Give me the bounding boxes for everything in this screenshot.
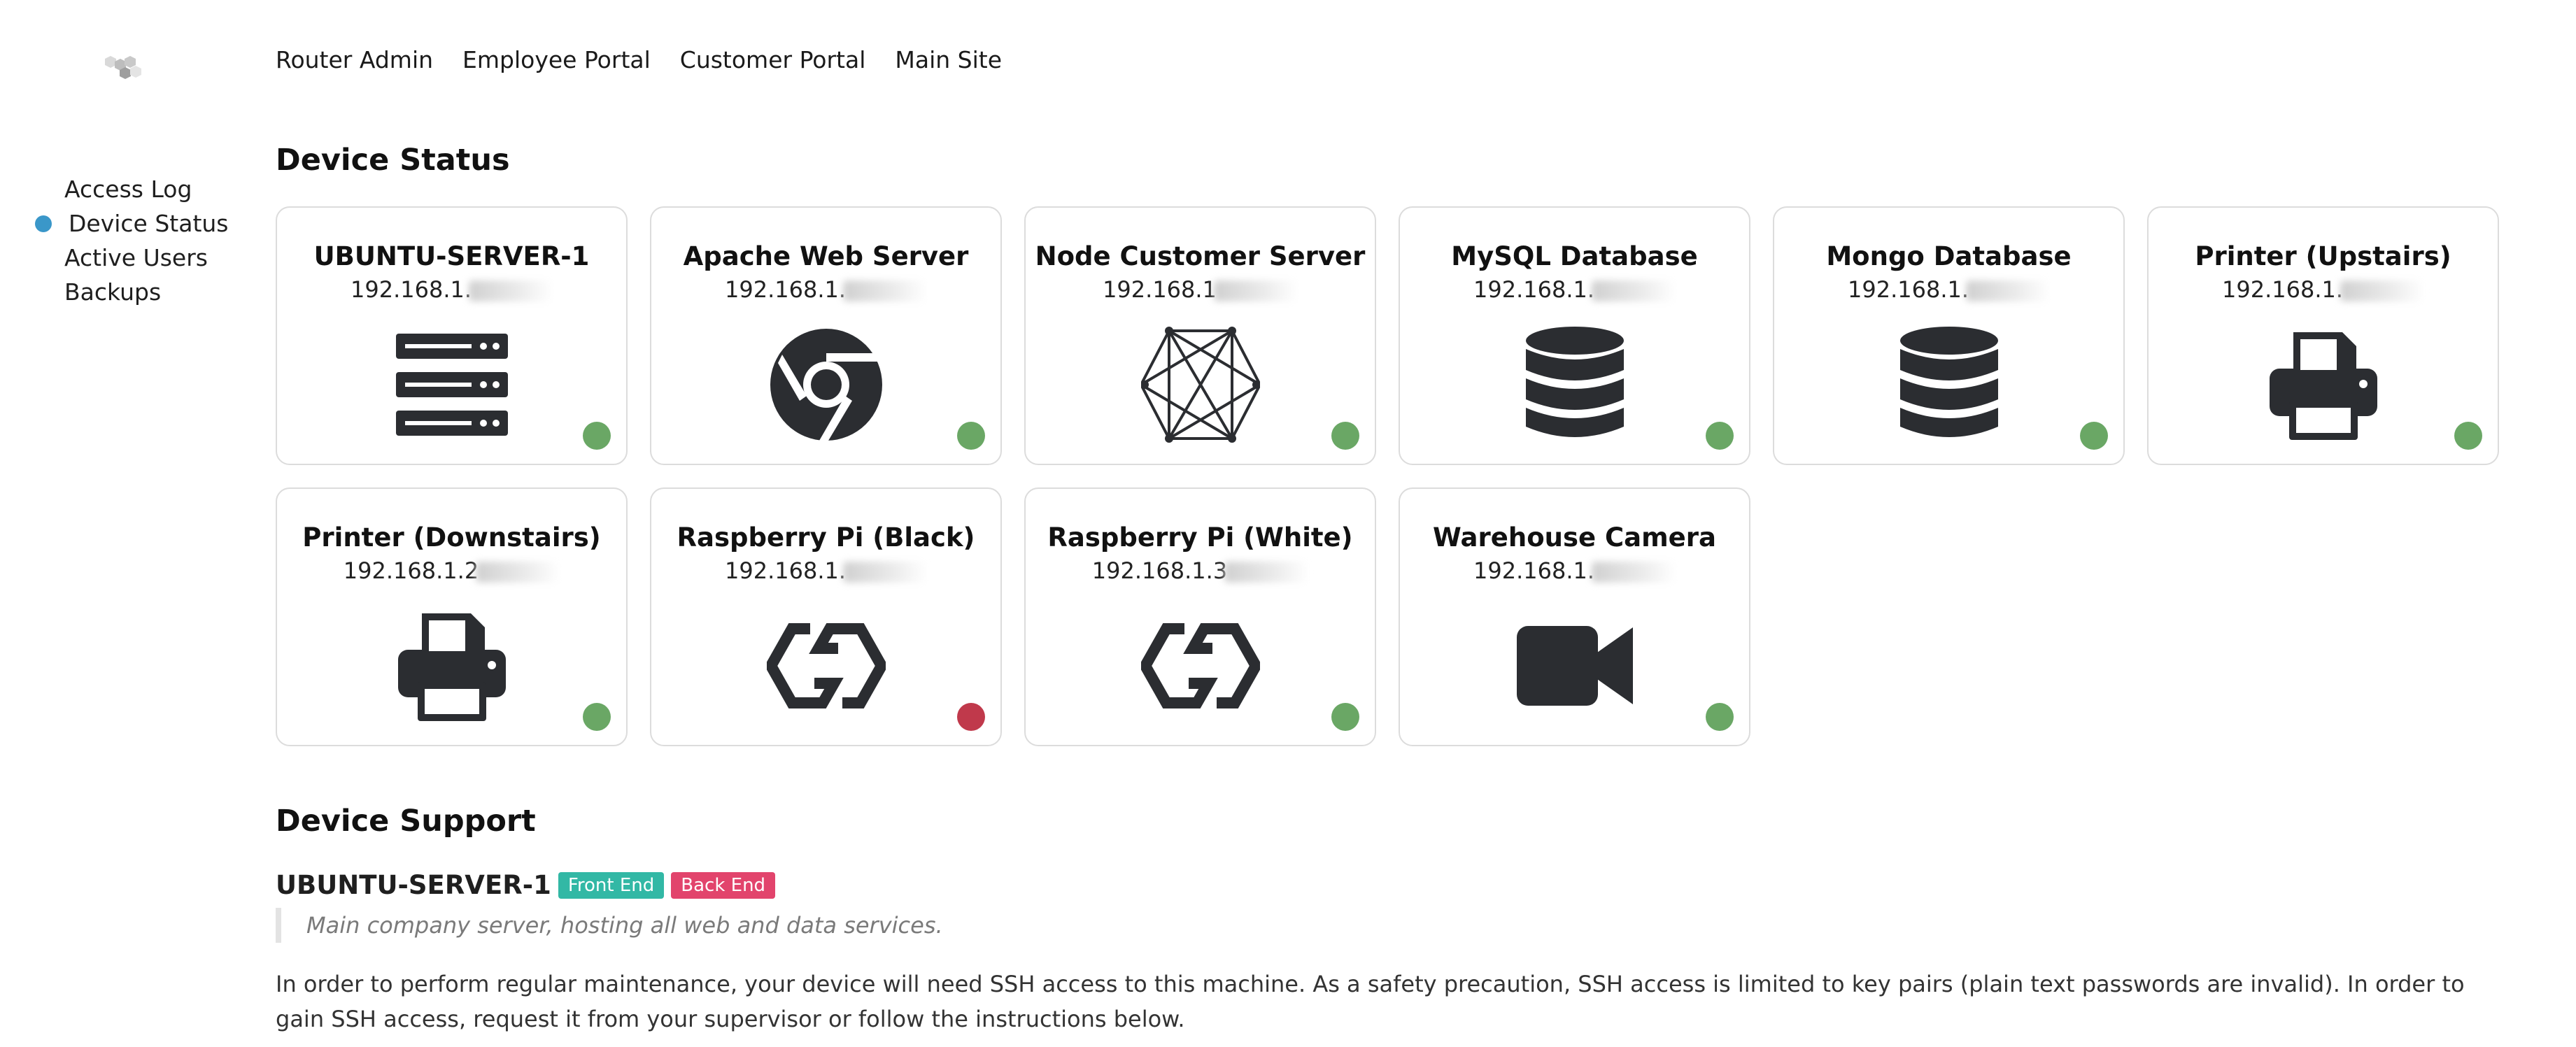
device-card[interactable]: Warehouse Camera 192.168.1. [1399,487,1750,746]
device-name: Node Customer Server [1035,241,1366,271]
chrome-icon [770,329,882,441]
device-card[interactable]: Raspberry Pi (White) 192.168.1.3 [1024,487,1376,746]
status-indicator-online [2080,422,2108,450]
device-support-heading: Device Support [276,804,536,839]
device-card[interactable]: Printer (Upstairs) 192.168.1. [2147,206,2499,465]
hexagon-cluster-logo[interactable] [98,55,151,90]
sidebar-item-label: Device Status [69,210,229,237]
sidebar-item-device-status[interactable]: Device Status [35,206,229,241]
status-indicator-online [583,703,611,731]
printer-icon [2269,332,2377,440]
sidebar-item-label: Active Users [64,244,208,271]
status-indicator-online [1706,422,1734,450]
device-ip: 192.168.1. [277,276,626,303]
device-ip: 192.168.1.3 [1026,557,1375,584]
device-card[interactable]: Node Customer Server 192.168.1 [1024,206,1376,465]
back-end-badge: Back End [671,871,776,899]
device-card[interactable]: Raspberry Pi (Black) 192.168.1. [650,487,1002,746]
device-card[interactable]: Mongo Database 192.168.1. [1773,206,2125,465]
device-ip: 192.168.1. [651,276,1000,303]
sidebar-item-backups[interactable]: Backups [35,275,229,309]
device-name: Printer (Upstairs) [2195,241,2451,271]
sidebar-item-label: Access Log [64,176,192,203]
device-status-heading: Device Status [276,143,510,178]
device-ip: 192.168.1. [1400,276,1749,303]
device-card[interactable]: Apache Web Server 192.168.1. [650,206,1002,465]
nav-customer-portal[interactable]: Customer Portal [680,46,866,73]
device-ip: 192.168.1 [1026,276,1375,303]
device-card[interactable]: Printer (Downstairs) 192.168.1.2 [276,487,628,746]
ssh-instructions-paragraph: In order to perform regular maintenance,… [276,971,2465,1032]
device-ip: 192.168.1. [1400,557,1749,584]
status-indicator-online [2454,422,2482,450]
server-icon [395,334,508,436]
status-indicator-online [1706,703,1734,731]
nav-main-site[interactable]: Main Site [895,46,1002,73]
printer-icon [397,613,506,721]
status-indicator-online [1331,422,1359,450]
device-card[interactable]: UBUNTU-SERVER-1 192.168.1. [276,206,628,465]
status-indicator-online [583,422,611,450]
support-device-title: UBUNTU-SERVER-1 Front End Back End [276,870,776,900]
device-name: Warehouse Camera [1433,522,1716,553]
top-navigation: Router Admin Employee Portal Customer Po… [276,46,1002,73]
support-device-name: UBUNTU-SERVER-1 [276,870,551,900]
link-icon [1140,623,1260,708]
device-name: Raspberry Pi (Black) [677,522,975,553]
status-indicator-online [957,422,985,450]
hexagon-network-icon [1140,327,1260,443]
device-name: Raspberry Pi (White) [1047,522,1353,553]
device-description: Main company server, hosting all web and… [276,908,943,943]
video-camera-icon [1516,626,1633,706]
device-name: Apache Web Server [683,241,969,271]
sidebar-item-active-users[interactable]: Active Users [35,241,229,275]
device-ip: 192.168.1. [2149,276,2498,303]
active-indicator-icon [35,215,52,232]
nav-router-admin[interactable]: Router Admin [276,46,433,73]
status-indicator-online [1331,703,1359,731]
device-ip: 192.168.1. [651,557,1000,584]
sidebar-item-access-log[interactable]: Access Log [35,172,229,206]
status-indicator-offline [957,703,985,731]
sidebar-item-label: Backups [64,278,162,306]
sidebar: Access Log Device Status Active Users Ba… [35,172,229,309]
device-name: UBUNTU-SERVER-1 [313,241,590,271]
database-icon [1525,327,1624,437]
device-card[interactable]: MySQL Database 192.168.1. [1399,206,1750,465]
nav-employee-portal[interactable]: Employee Portal [462,46,651,73]
device-ip: 192.168.1. [1774,276,2123,303]
database-icon [1899,327,1998,437]
link-icon [766,623,886,708]
device-ip: 192.168.1.2 [277,557,626,584]
device-name: Printer (Downstairs) [302,522,601,553]
front-end-badge: Front End [558,871,665,899]
device-name: Mongo Database [1826,241,2072,271]
device-name: MySQL Database [1451,241,1698,271]
